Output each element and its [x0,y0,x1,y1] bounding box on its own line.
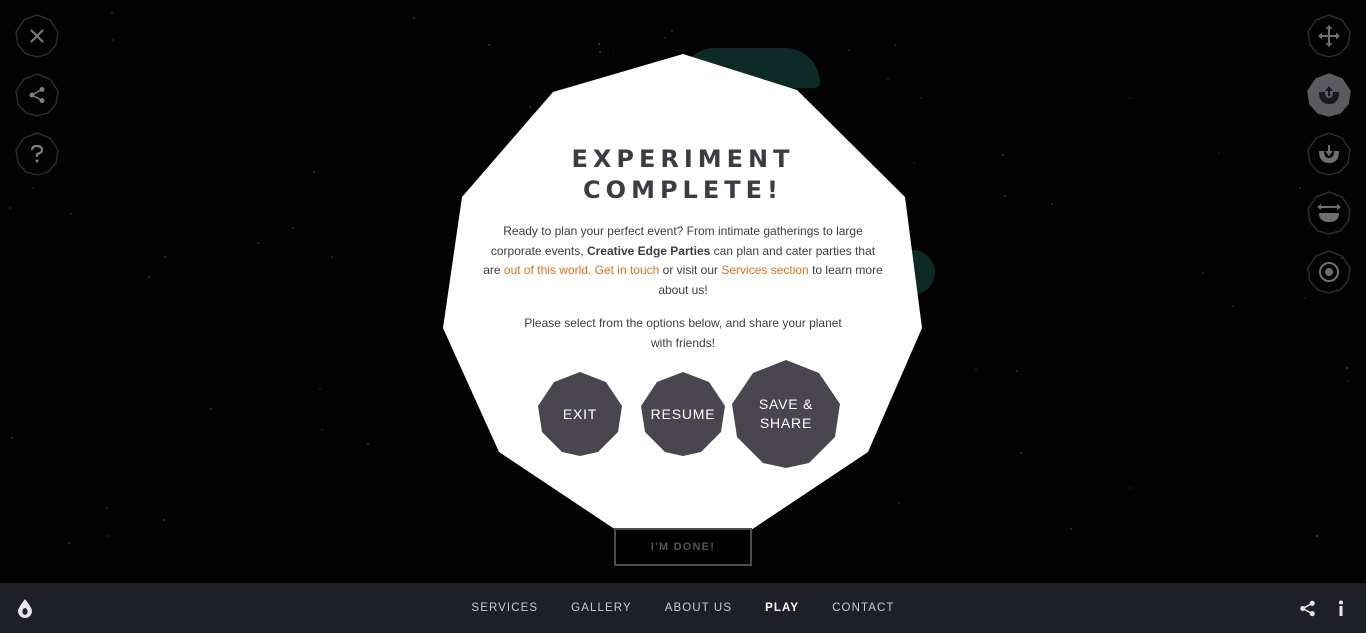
star [148,276,150,278]
star [1304,297,1306,299]
resume-button[interactable]: RESUME [641,372,725,456]
space-canvas[interactable]: EXPERIMENT COMPLETE! Ready to plan your … [0,0,1366,583]
nav-about-us[interactable]: ABOUT US [648,602,748,614]
star [164,256,166,258]
star [1129,97,1131,99]
star [1016,370,1018,372]
lower-icon [1317,143,1341,165]
main-nav: SERVICES GALLERY ABOUT US PLAY CONTACT [0,583,1366,633]
star [1129,487,1131,489]
target-tool-button[interactable] [1307,250,1351,294]
star [106,507,108,509]
footer-share-icon[interactable] [1299,583,1316,633]
share-icon [28,86,46,104]
star [671,30,673,32]
brand-name: Creative Edge Parties [586,243,711,258]
star [9,207,11,209]
star [413,17,415,19]
star [1051,203,1053,205]
star [331,256,333,258]
star [70,213,72,215]
star [321,429,323,431]
star [1202,272,1204,274]
star [111,12,113,14]
star [319,388,321,390]
star [1070,528,1072,530]
save-share-button[interactable]: SAVE & SHARE [732,360,840,468]
star [848,49,850,51]
im-done-button[interactable]: I'M DONE! [614,528,752,566]
help-button[interactable] [15,132,59,176]
nav-play[interactable]: PLAY [749,602,816,614]
lower-tool-button[interactable] [1307,132,1351,176]
star [1346,367,1348,369]
star [313,171,315,173]
star [1299,187,1301,189]
star [32,187,34,189]
star [1002,154,1004,156]
star [1347,380,1349,382]
stretch-icon [1317,203,1341,223]
star [108,535,110,537]
move-tool-button[interactable] [1307,14,1351,58]
star [1218,152,1220,154]
modal-title: EXPERIMENT COMPLETE! [571,145,795,204]
services-section-link[interactable]: Services section [721,263,808,277]
modal-description: Ready to plan your perfect event? From i… [483,224,883,297]
nav-contact[interactable]: CONTACT [816,602,911,614]
move-icon [1318,25,1340,47]
star [292,227,294,229]
exit-button[interactable]: EXIT [538,372,622,456]
raise-icon [1317,84,1341,106]
star [112,39,114,41]
close-button[interactable] [15,14,59,58]
star [11,437,13,439]
experiment-complete-modal: EXPERIMENT COMPLETE! Ready to plan your … [443,54,923,530]
out-of-this-world-link[interactable]: out of this world. [504,263,591,277]
star [599,51,601,53]
star [367,443,369,445]
nav-gallery[interactable]: GALLERY [555,602,649,614]
star [1316,535,1318,537]
close-icon [29,28,45,44]
star [1004,195,1006,197]
get-in-touch-link[interactable]: Get in touch [595,263,660,277]
star [1232,305,1234,307]
star [975,369,977,371]
raise-tool-button[interactable] [1307,73,1351,117]
footer-bar: SERVICES GALLERY ABOUT US PLAY CONTACT [0,583,1366,633]
star [1020,452,1022,454]
star [185,95,187,97]
nav-services[interactable]: SERVICES [455,602,555,614]
star [257,242,259,244]
star [488,44,490,46]
target-icon [1318,261,1340,283]
stretch-tool-button[interactable] [1307,191,1351,235]
modal-instruction: Please select from the options below, an… [524,316,842,350]
star [664,37,666,39]
star [68,542,70,544]
star [894,44,896,46]
star [210,408,212,410]
help-icon [30,145,44,163]
share-button[interactable] [15,73,59,117]
star [163,519,165,521]
info-icon[interactable] [1338,583,1344,633]
star [598,43,600,45]
